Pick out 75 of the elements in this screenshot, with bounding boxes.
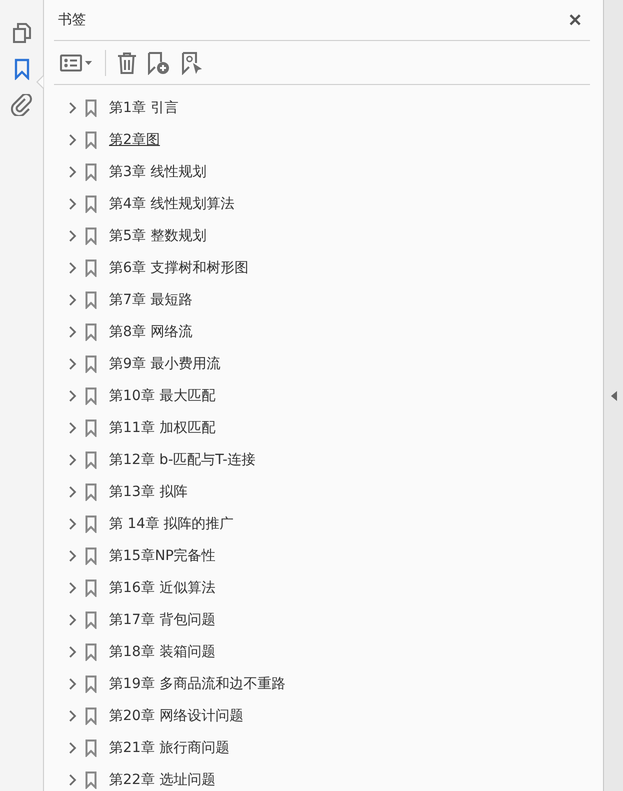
bookmark-item[interactable]: 第8章 网络流 [109, 323, 192, 341]
bookmark-icon [85, 227, 97, 245]
chevron-right-icon[interactable] [67, 229, 77, 243]
bookmark-icon [85, 131, 97, 149]
chevron-right-icon[interactable] [67, 421, 77, 435]
collapse-arrow-icon[interactable] [610, 390, 616, 400]
chevron-right-icon[interactable] [67, 293, 77, 307]
chevron-right-icon[interactable] [67, 485, 77, 499]
bookmark-icon [85, 99, 97, 117]
chevron-right-icon[interactable] [67, 325, 77, 339]
bookmark-item[interactable]: 第20章 网络设计问题 [109, 707, 244, 725]
options-menu-icon[interactable] [60, 54, 94, 72]
chevron-right-icon[interactable] [67, 517, 77, 531]
bookmark-item[interactable]: 第22章 选址问题 [109, 771, 216, 789]
bookmark-item[interactable]: 第11章 加权匹配 [109, 419, 216, 437]
bookmark-item[interactable]: 第19章 多商品流和边不重路 [109, 675, 286, 693]
bookmark-item[interactable]: 第12章 b-匹配与T-连接 [109, 451, 256, 469]
chevron-right-icon[interactable] [67, 101, 77, 115]
bookmark-item[interactable]: 第18章 装箱问题 [109, 643, 216, 661]
bookmark-icon [85, 355, 97, 373]
bookmark-icon [85, 547, 97, 565]
chevron-right-icon[interactable] [67, 709, 77, 723]
pages-icon[interactable] [12, 22, 32, 44]
chevron-right-icon[interactable] [67, 773, 77, 787]
bookmark-icon [85, 483, 97, 501]
chevron-right-icon[interactable] [67, 645, 77, 659]
paperclip-icon[interactable] [10, 94, 32, 116]
chevron-right-icon[interactable] [67, 741, 77, 755]
bookmark-icon [85, 675, 97, 693]
chevron-right-icon[interactable] [67, 581, 77, 595]
bookmark-item[interactable]: 第10章 最大匹配 [109, 387, 216, 405]
bookmark-icon [85, 643, 97, 661]
chevron-right-icon[interactable] [67, 133, 77, 147]
bookmark-icon [85, 387, 97, 405]
chevron-right-icon[interactable] [67, 261, 77, 275]
bookmark-icon [85, 707, 97, 725]
bookmark-icon [85, 259, 97, 277]
bookmark-item[interactable]: 第2章图 [109, 131, 160, 149]
bookmark-icon[interactable] [14, 58, 30, 80]
bookmark-icon [85, 579, 97, 597]
chevron-right-icon[interactable] [67, 389, 77, 403]
chevron-right-icon[interactable] [67, 613, 77, 627]
add-bookmark-icon[interactable] [147, 50, 171, 74]
bookmark-item[interactable]: 第21章 旅行商问题 [109, 739, 230, 757]
bookmark-item[interactable]: 第3章 线性规划 [109, 163, 206, 181]
panel-title: 书签 [58, 11, 86, 29]
bookmark-icon [85, 323, 97, 341]
bookmark-icon [85, 163, 97, 181]
bookmark-item[interactable]: 第13章 拟阵 [109, 483, 188, 501]
bookmark-item[interactable]: 第17章 背包问题 [109, 611, 216, 629]
bookmark-item[interactable]: 第1章 引言 [109, 99, 178, 117]
chevron-right-icon[interactable] [67, 549, 77, 563]
bookmark-item[interactable]: 第5章 整数规划 [109, 227, 206, 245]
bookmark-icon [85, 451, 97, 469]
bookmark-item[interactable]: 第4章 线性规划算法 [109, 195, 234, 213]
bookmark-icon [85, 419, 97, 437]
close-button[interactable]: ✕ [566, 10, 584, 30]
bookmark-icon [85, 291, 97, 309]
bookmark-icon [85, 611, 97, 629]
bookmark-icon [85, 195, 97, 213]
trash-icon[interactable] [117, 52, 137, 74]
bookmark-icon [85, 771, 97, 789]
bookmark-item[interactable]: 第 14章 拟阵的推广 [109, 515, 234, 533]
chevron-right-icon[interactable] [67, 677, 77, 691]
bookmark-item[interactable]: 第6章 支撑树和树形图 [109, 259, 248, 277]
chevron-right-icon[interactable] [67, 165, 77, 179]
bookmark-item[interactable]: 第15章NP完备性 [109, 547, 216, 565]
bookmark-item[interactable]: 第16章 近似算法 [109, 579, 216, 597]
bookmark-icon [85, 515, 97, 533]
chevron-right-icon[interactable] [67, 357, 77, 371]
chevron-right-icon[interactable] [67, 453, 77, 467]
chevron-right-icon[interactable] [67, 197, 77, 211]
bookmark-item[interactable]: 第9章 最小费用流 [109, 355, 220, 373]
bookmark-icon [85, 739, 97, 757]
bookmark-item[interactable]: 第7章 最短路 [109, 291, 192, 309]
